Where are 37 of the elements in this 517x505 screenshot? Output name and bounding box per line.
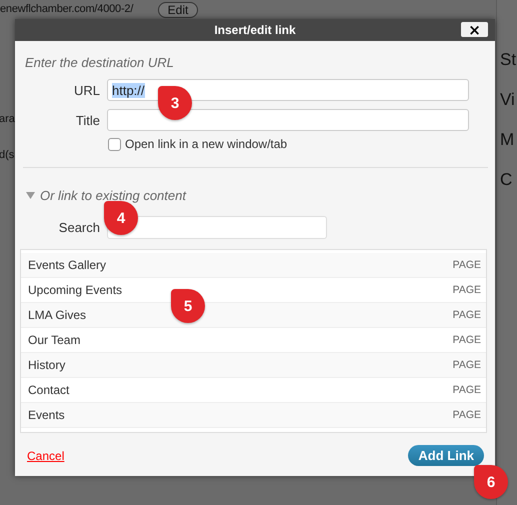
cancel-link[interactable]: Cancel bbox=[27, 448, 64, 462]
result-item[interactable]: Events PAGE bbox=[21, 403, 486, 428]
section-heading[interactable]: Or link to existing content bbox=[40, 188, 186, 203]
background-text: Vi bbox=[500, 90, 516, 110]
result-item[interactable]: History PAGE bbox=[21, 353, 486, 378]
add-link-button[interactable]: Add Link bbox=[408, 445, 484, 466]
result-title: LMA Gives bbox=[28, 308, 86, 322]
checkbox-label: Open link in a new window/tab bbox=[125, 137, 288, 151]
result-type: PAGE bbox=[452, 334, 481, 346]
permalink-text: enewflchamber.com/4000-2/ bbox=[0, 3, 134, 15]
background-text: C bbox=[500, 170, 514, 190]
field-label: Title bbox=[74, 112, 100, 128]
input-field[interactable] bbox=[107, 109, 469, 131]
result-title: Contact bbox=[28, 383, 70, 397]
dialog-title: Insert/edit link bbox=[214, 23, 296, 37]
field-label: URL bbox=[72, 82, 100, 98]
field-label: Search bbox=[58, 220, 100, 235]
expand-triangle-icon[interactable] bbox=[26, 192, 35, 199]
background-text: St bbox=[500, 50, 516, 70]
result-type: PAGE bbox=[452, 384, 481, 396]
result-type: PAGE bbox=[452, 409, 481, 421]
result-type: PAGE bbox=[452, 284, 481, 296]
background-text: M bbox=[500, 130, 516, 150]
close-button[interactable]: × bbox=[461, 22, 488, 37]
result-item[interactable]: Events Gallery PAGE bbox=[21, 253, 486, 278]
result-type: PAGE bbox=[452, 309, 481, 321]
result-title: Events Gallery bbox=[28, 258, 106, 272]
edit-button[interactable]: Edit bbox=[158, 2, 198, 18]
result-title: Upcoming Events bbox=[28, 283, 122, 297]
result-title: History bbox=[28, 358, 66, 372]
field-value: http:// bbox=[112, 82, 145, 98]
result-type: PAGE bbox=[452, 359, 481, 371]
checkbox[interactable] bbox=[108, 138, 121, 150]
result-title: Events bbox=[28, 408, 65, 422]
result-type: PAGE bbox=[452, 259, 481, 271]
section-heading: Enter the destination URL bbox=[25, 55, 175, 70]
result-title: Our Team bbox=[28, 333, 80, 347]
